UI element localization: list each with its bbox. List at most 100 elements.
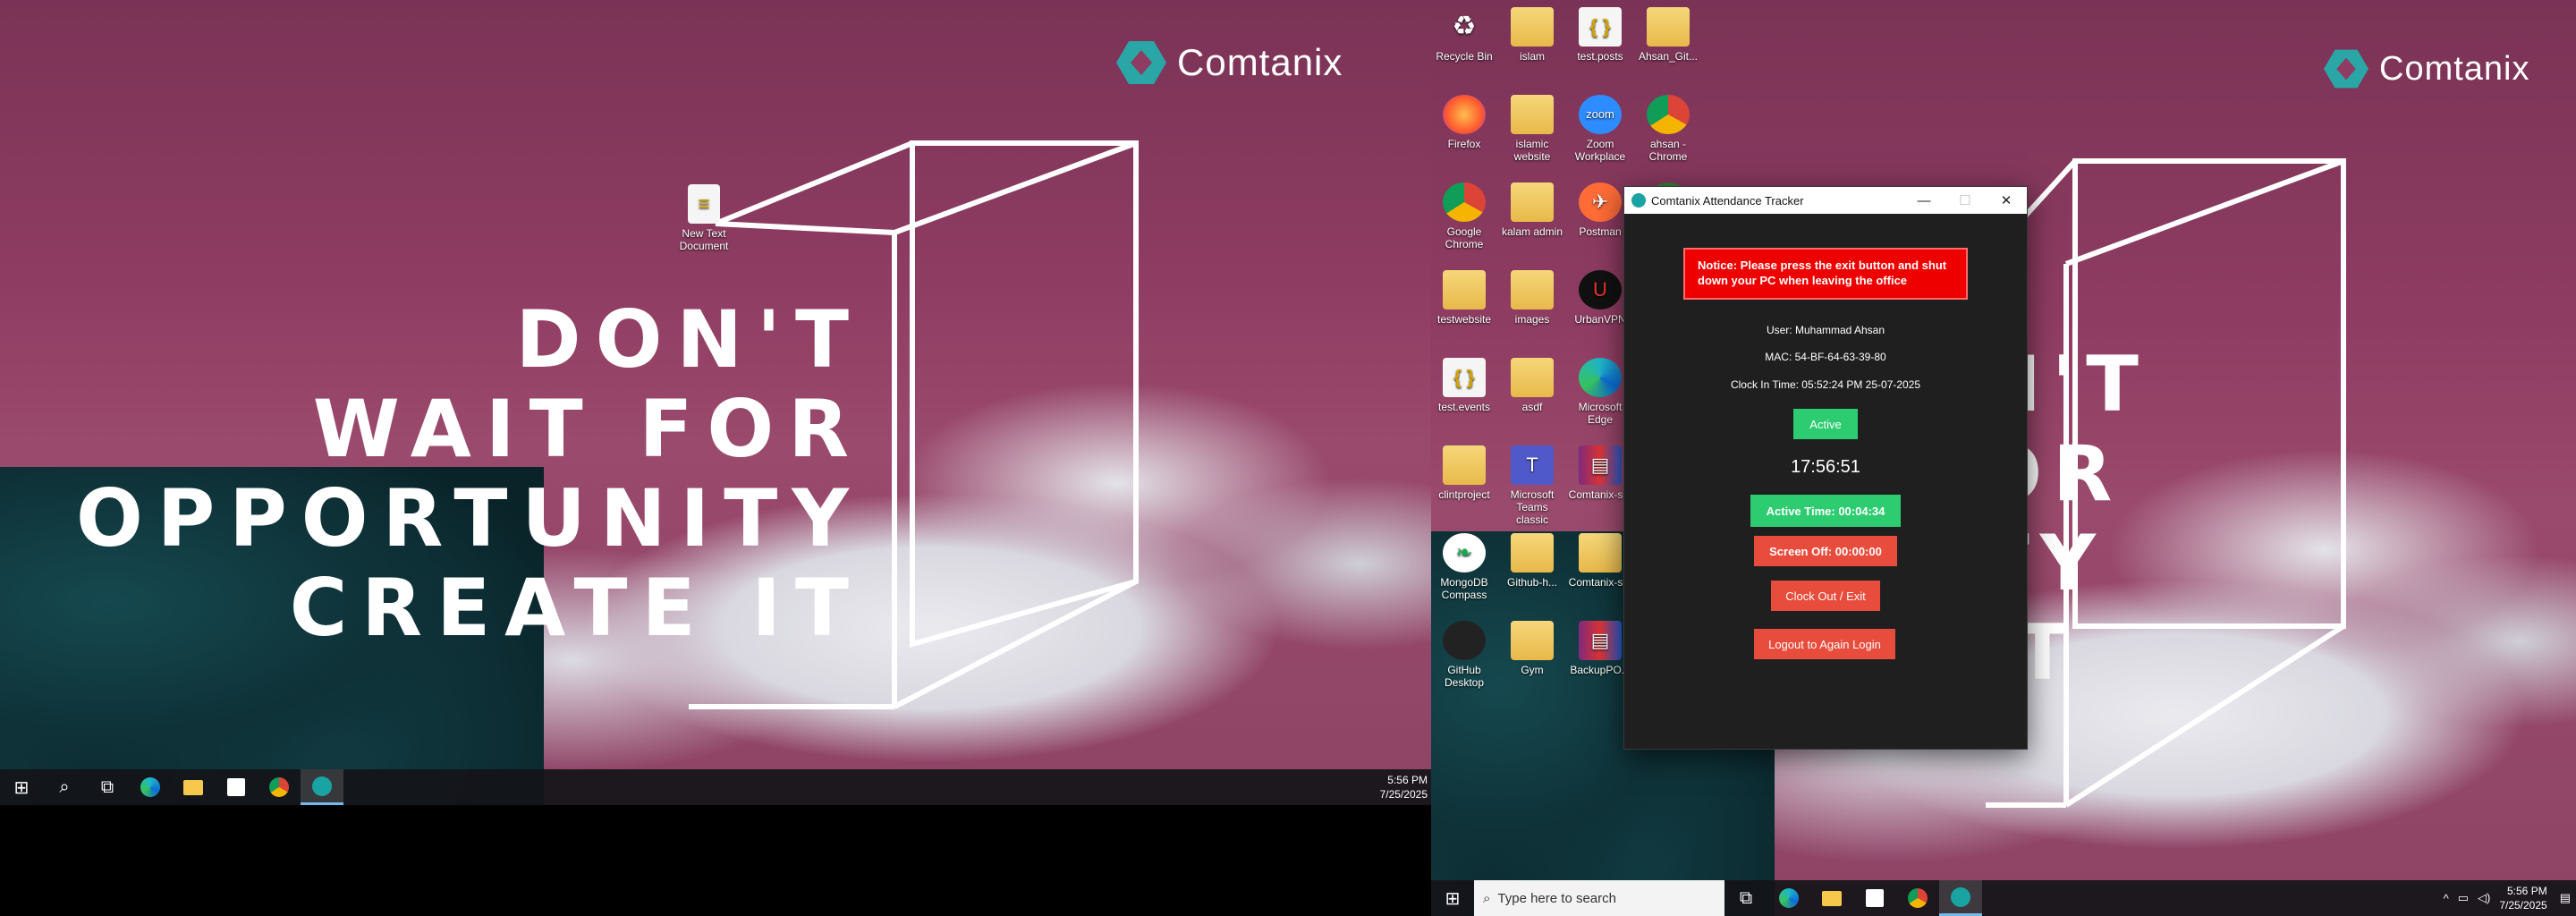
desktop-icon[interactable]: islamic website	[1499, 95, 1565, 163]
comtanix-hex-icon	[2324, 49, 2368, 89]
desktop-icon[interactable]: ahsan - Chrome	[1635, 95, 1701, 163]
desktop-icon-label: Zoom Workplace	[1574, 138, 1626, 163]
task-view-icon: ⧉	[100, 776, 114, 797]
desktop-icon[interactable]: Firefox	[1431, 95, 1497, 150]
brand-logo: Comtanix	[1116, 38, 1343, 88]
task-view-button[interactable]: ⧉	[1724, 880, 1767, 916]
window-titlebar[interactable]: Comtanix Attendance Tracker — ☐ ✕	[1624, 187, 2027, 214]
desktop-icon-label: test.posts	[1577, 50, 1623, 63]
desktop-icon[interactable]: kalam admin	[1499, 182, 1565, 238]
mac-label: MAC: 54-BF-64-63-39-80	[1765, 351, 1886, 363]
folder-icon	[1511, 358, 1554, 397]
task-view-button[interactable]: ⧉	[86, 769, 129, 805]
desktop-icon-label: test.events	[1437, 401, 1491, 413]
desktop-icon[interactable]: testwebsite	[1431, 270, 1497, 326]
firefox-icon	[1443, 95, 1486, 134]
start-button[interactable]: ⊞	[0, 769, 43, 805]
search-button[interactable]: ⌕	[43, 769, 86, 805]
desktop-icon-label: Ahsan_Git...	[1638, 50, 1699, 63]
folder-icon	[1511, 533, 1554, 572]
urban-icon: U	[1579, 270, 1622, 310]
comtanix-hex-icon	[1116, 41, 1166, 84]
folder-icon	[1511, 95, 1554, 134]
chevron-up-icon[interactable]: ^	[2444, 892, 2449, 905]
taskbar-edge[interactable]	[1767, 880, 1810, 916]
taskbar-attendance-tracker[interactable]	[1939, 880, 1982, 916]
folder-icon	[1511, 270, 1554, 310]
comtanix-app-icon	[1951, 886, 1970, 907]
taskbar-edge[interactable]	[129, 769, 172, 805]
window-body: Notice: Please press the exit button and…	[1624, 214, 2027, 751]
chrome-icon	[1443, 182, 1486, 222]
system-tray: ^ ▭ ◁) 5:56 PM 7/25/2025 ▤	[2444, 884, 2576, 912]
desktop-icon[interactable]: Google Chrome	[1431, 182, 1497, 250]
folder-icon	[1647, 7, 1690, 47]
start-button[interactable]: ⊞	[1431, 880, 1474, 916]
taskbar-clock[interactable]: 5:56 PM 7/25/2025	[2499, 884, 2550, 912]
desktop-icon[interactable]: Ahsan_Git...	[1635, 7, 1701, 63]
wallpaper-slogan: DON'T WAIT FOR OPPORTUNITY CREATE IT	[76, 295, 863, 653]
search-icon: ⌕	[1483, 890, 1491, 906]
file-icon: { }	[1443, 358, 1486, 397]
folder-icon	[1822, 890, 1842, 906]
brand-name: Comtanix	[2379, 49, 2530, 88]
desktop-icon[interactable]: clintproject	[1431, 445, 1497, 501]
clock-in-label: Clock In Time: 05:52:24 PM 25-07-2025	[1730, 378, 1921, 391]
folder-icon	[1511, 182, 1554, 222]
desktop-icon[interactable]: images	[1499, 270, 1565, 326]
minimize-button[interactable]: —	[1903, 187, 1945, 214]
search-input[interactable]: ⌕ Type here to search	[1474, 880, 1724, 916]
taskbar-chrome[interactable]	[258, 769, 301, 805]
volume-icon[interactable]: ◁)	[2478, 891, 2490, 905]
notification-icon[interactable]: ▤	[2560, 891, 2571, 905]
left-taskbar: ⊞ ⌕ ⧉ 5:56 PM 7/25/2025	[0, 769, 1431, 805]
desktop-icon-label: Comtanix-s...	[1568, 576, 1632, 589]
desktop-icon[interactable]: Gym	[1499, 621, 1565, 676]
desktop-icon[interactable]: GitHub Desktop	[1431, 621, 1497, 689]
folder-icon	[1511, 621, 1554, 660]
windows-icon: ⊞	[13, 777, 30, 798]
slogan-line-2: WAIT FOR	[312, 383, 863, 475]
desktop-icon[interactable]: ❧ MongoDB Compass	[1431, 533, 1497, 601]
attendance-tracker-window: Comtanix Attendance Tracker — ☐ ✕ Notice…	[1623, 186, 2028, 750]
desktop-icon-label: islamic website	[1513, 138, 1551, 163]
store-icon	[227, 778, 245, 796]
folder-icon	[183, 779, 203, 795]
desktop-icon[interactable]: asdf	[1499, 358, 1565, 413]
recycle-icon: ♻	[1452, 12, 1477, 41]
taskbar-chrome[interactable]	[1896, 880, 1939, 916]
store-icon	[1866, 889, 1884, 907]
desktop-icon-label: Recycle Bin	[1436, 50, 1493, 63]
taskbar-file-explorer[interactable]	[172, 769, 215, 805]
desktop-icon-label: images	[1514, 313, 1550, 326]
clock-out-button[interactable]: Clock Out / Exit	[1771, 581, 1880, 611]
desktop-icon[interactable]: ♻ Recycle Bin	[1431, 7, 1497, 64]
taskbar-attendance-tracker[interactable]	[301, 769, 343, 805]
network-icon[interactable]: ▭	[2458, 891, 2469, 905]
desktop-icon-label: New Text Document	[679, 227, 729, 252]
close-button[interactable]: ✕	[1986, 187, 2027, 214]
desktop-icon[interactable]: zoom Zoom Workplace	[1567, 95, 1633, 163]
edge-icon	[1579, 358, 1622, 397]
current-time: 17:56:51	[1791, 457, 1860, 477]
desktop-icon-label: asdf	[1521, 401, 1543, 413]
task-view-icon: ⧉	[1739, 887, 1753, 908]
taskbar-store[interactable]	[1853, 880, 1896, 916]
desktop-icon-label: islam	[1519, 50, 1545, 63]
desktop-icon-label: Gym	[1521, 664, 1544, 676]
taskbar-file-explorer[interactable]	[1810, 880, 1853, 916]
desktop-icon-label: Github-h...	[1506, 576, 1558, 589]
desktop-icon-label: GitHub Desktop	[1444, 664, 1485, 689]
maximize-button[interactable]: ☐	[1945, 187, 1986, 214]
taskbar-clock[interactable]: 5:56 PM 7/25/2025	[1380, 773, 1431, 802]
taskbar-store[interactable]	[215, 769, 258, 805]
desktop-icon[interactable]: islam	[1499, 7, 1565, 63]
desktop-icon[interactable]: Github-h...	[1499, 533, 1565, 589]
desktop-icon[interactable]: { } test.posts	[1567, 7, 1633, 63]
desktop-icon-new-text-document[interactable]: ≡ New Text Document	[671, 184, 737, 252]
logout-button[interactable]: Logout to Again Login	[1754, 629, 1895, 659]
teams-icon: T	[1511, 445, 1554, 485]
desktop-icon[interactable]: T Microsoft Teams classic	[1499, 445, 1565, 526]
slogan-line-4: CREATE IT	[289, 562, 863, 654]
desktop-icon[interactable]: { } test.events	[1431, 358, 1497, 413]
